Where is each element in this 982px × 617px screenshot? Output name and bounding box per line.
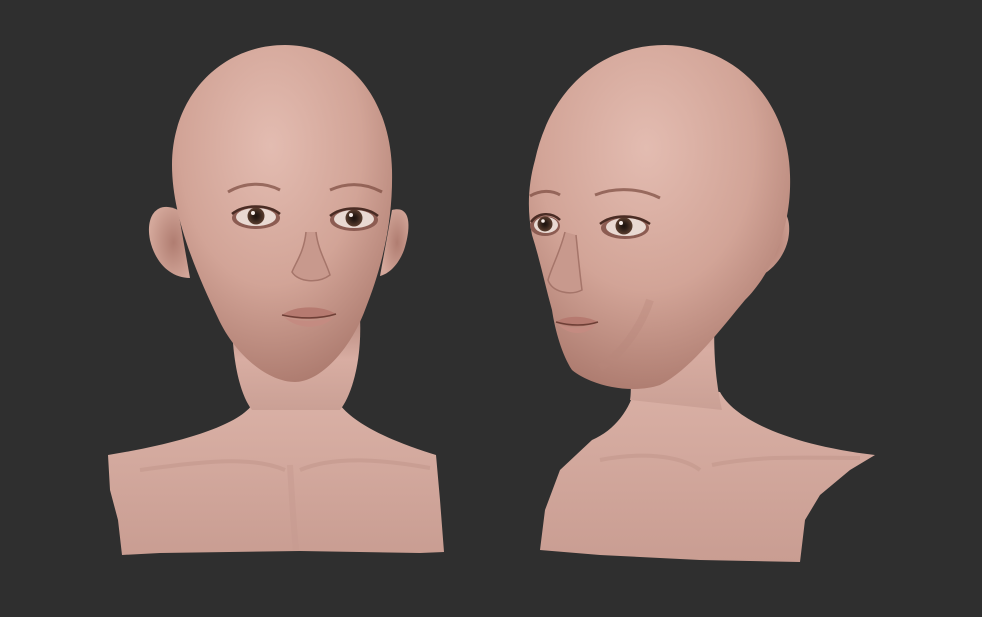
three-quarter-view-bust — [528, 45, 875, 562]
front-torso — [108, 405, 444, 555]
front-view-bust — [108, 45, 444, 555]
front-left-eye — [231, 205, 281, 229]
render-canvas — [108, 45, 875, 562]
front-right-eye — [329, 207, 379, 231]
three-quarter-left-eye — [529, 213, 561, 236]
render-viewport — [0, 0, 982, 617]
three-quarter-head — [528, 45, 791, 390]
three-quarter-torso — [540, 385, 875, 562]
